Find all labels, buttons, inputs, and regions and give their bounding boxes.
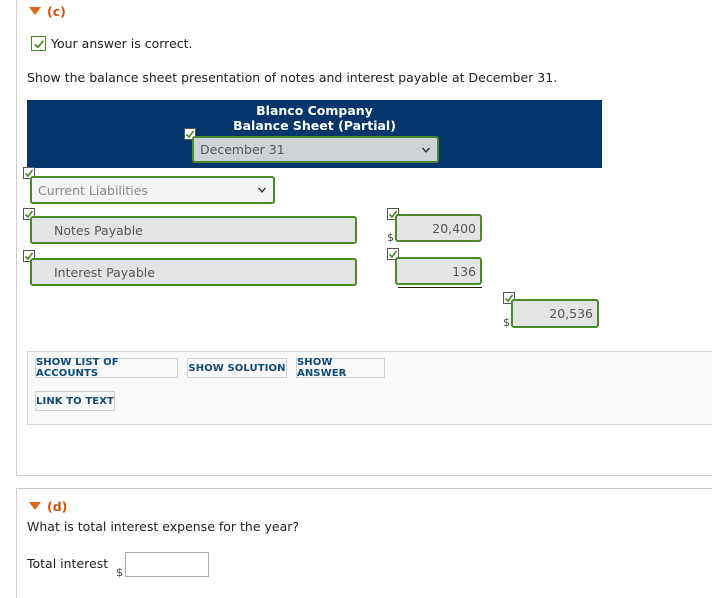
part-c-label: (c) bbox=[47, 4, 66, 19]
section-select-value: Current Liabilities bbox=[38, 182, 148, 198]
link-to-text-button[interactable]: LINK TO TEXT bbox=[35, 391, 115, 411]
total-interest-label: Total interest bbox=[27, 556, 109, 571]
part-d-panel bbox=[16, 488, 712, 598]
collapse-triangle-icon bbox=[29, 502, 41, 510]
date-select-value: December 31 bbox=[200, 142, 285, 157]
section-select[interactable]: Current Liabilities bbox=[30, 176, 275, 204]
part-d-label: (d) bbox=[47, 499, 68, 514]
currency-symbol: $ bbox=[116, 566, 123, 579]
currency-symbol: $ bbox=[503, 316, 510, 329]
account-name: Interest Payable bbox=[54, 264, 155, 280]
amount-value: 136 bbox=[452, 263, 476, 279]
part-c-toggle[interactable]: (c) bbox=[29, 4, 66, 19]
company-name: Blanco Company bbox=[256, 103, 373, 118]
instruction-text: Show the balance sheet presentation of n… bbox=[27, 70, 558, 85]
show-solution-button[interactable]: SHOW SOLUTION bbox=[187, 358, 287, 378]
account-field-interest-payable[interactable]: Interest Payable bbox=[30, 258, 357, 286]
total-amount-field[interactable]: 20,536 bbox=[511, 299, 599, 328]
amount-field-interest-payable[interactable]: 136 bbox=[395, 257, 482, 285]
currency-symbol: $ bbox=[387, 231, 394, 244]
chevron-down-icon bbox=[257, 187, 267, 193]
account-field-notes-payable[interactable]: Notes Payable bbox=[30, 216, 357, 244]
date-select[interactable]: December 31 bbox=[192, 136, 439, 163]
subtotal-underline bbox=[398, 287, 482, 288]
status-message: Your answer is correct. bbox=[51, 36, 193, 51]
collapse-triangle-icon bbox=[29, 7, 41, 15]
part-d-toggle[interactable]: (d) bbox=[29, 499, 67, 514]
chevron-down-icon bbox=[421, 147, 431, 153]
question-text: What is total interest expense for the y… bbox=[27, 519, 300, 534]
statement-title: Balance Sheet (Partial) bbox=[233, 118, 396, 133]
account-name: Notes Payable bbox=[54, 222, 143, 238]
correct-check-icon bbox=[31, 36, 46, 51]
show-answer-button[interactable]: SHOW ANSWER bbox=[296, 357, 385, 379]
amount-field-notes-payable[interactable]: 20,400 bbox=[395, 214, 482, 242]
total-interest-input[interactable] bbox=[125, 552, 209, 577]
total-value: 20,536 bbox=[549, 306, 593, 321]
show-list-of-accounts-button[interactable]: SHOW LIST OF ACCOUNTS bbox=[35, 357, 178, 379]
amount-value: 20,400 bbox=[432, 220, 476, 236]
